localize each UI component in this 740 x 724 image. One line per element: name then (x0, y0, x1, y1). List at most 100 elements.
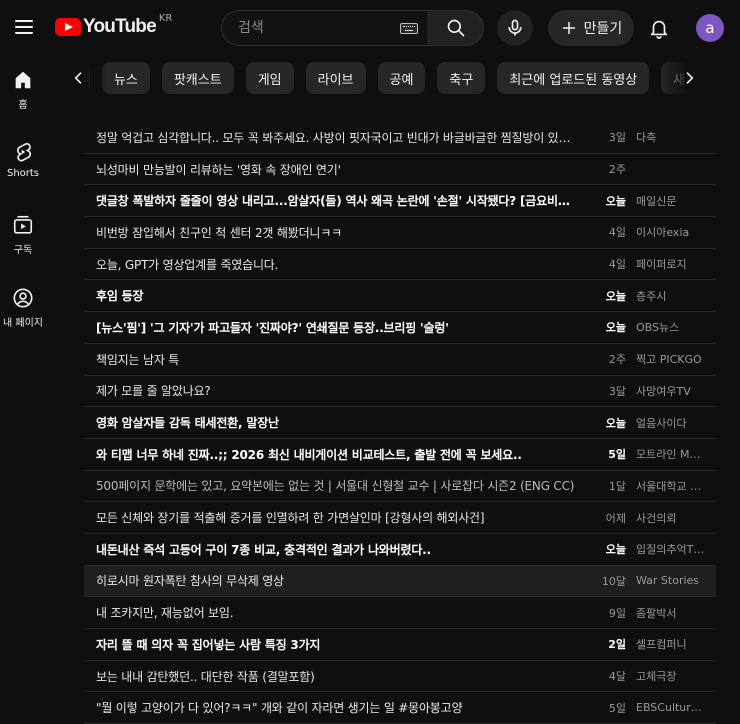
chips-scroll-right-button[interactable] (674, 63, 704, 93)
filter-chip[interactable]: 게임 (245, 62, 294, 94)
video-title[interactable]: 자리 뜰 때 의자 꼭 집어넣는 사람 특징 3가지 (84, 636, 576, 653)
video-title[interactable]: 책임지는 남자 특 (84, 351, 576, 368)
microphone-icon (508, 19, 522, 36)
video-channel[interactable]: 페이퍼로지 (636, 256, 716, 272)
keyboard-icon[interactable] (400, 22, 418, 34)
video-channel[interactable]: 층주시 (636, 288, 716, 304)
sidebar-item-label: 내 페이지 (3, 318, 43, 329)
video-channel[interactable]: 다축 (636, 129, 716, 145)
video-title[interactable]: 히로시마 원자폭탄 참사의 무삭제 영상 (84, 572, 576, 589)
video-channel[interactable]: War Stories (636, 574, 716, 587)
country-code: KR (158, 13, 173, 24)
video-date: 10달 (601, 574, 626, 588)
plus-icon (562, 22, 575, 34)
video-title[interactable]: 댓글창 폭발하자 줄줄이 영상 내리고...암살자(들) 역사 왜곡 논란에 '… (84, 192, 576, 209)
video-row[interactable]: 히로시마 원자폭탄 참사의 무삭제 영상 10달 War Stories (84, 565, 716, 598)
filter-chip[interactable]: 팟캐스트 (161, 62, 234, 94)
chips-scroll-left-button[interactable] (64, 63, 94, 93)
search-bar (221, 10, 484, 46)
video-channel[interactable]: EBSCulture (EB... (636, 701, 716, 714)
video-title[interactable]: 모든 신체와 장기를 적출해 증거를 인멸하려 한 가면살인마 [강형사의 해외… (84, 509, 576, 526)
voice-search-button[interactable] (497, 10, 533, 46)
video-date: 2주 (608, 163, 626, 177)
video-channel[interactable]: 고체극장 (636, 668, 716, 684)
profile-icon (13, 288, 33, 308)
shorts-icon (17, 143, 31, 162)
video-row[interactable]: 모든 신체와 장기를 적출해 증거를 인멸하려 한 가면살인마 [강형사의 해외… (84, 502, 716, 534)
video-channel[interactable]: 매일신문 (636, 193, 716, 209)
video-row[interactable]: [뉴스'핌'] '그 기자'가 파고들자 '진짜야?' 연쇄질문 등장..브리핑… (84, 312, 716, 344)
video-channel[interactable]: 얼음사이다 (636, 415, 716, 431)
video-date: 오늘 (605, 194, 626, 208)
video-channel[interactable]: OBS뉴스 (636, 319, 716, 335)
video-row[interactable]: 정말 억겁고 심각합니다.. 모두 꼭 봐주세요. 사방이 핏자국이고 빈대가 … (84, 122, 716, 154)
video-row[interactable]: "뭘 이렇 고양이가 다 있어?ㅋㅋ" 개와 같이 자라면 생기는 일 #몽아봉… (84, 692, 716, 724)
video-date: 3달 (608, 384, 626, 398)
filter-chip[interactable]: 공예 (377, 62, 426, 94)
video-date: 오늘 (605, 416, 626, 430)
video-row[interactable]: 댓글창 폭발하자 줄줄이 영상 내리고...암살자(들) 역사 왜곡 논란에 '… (84, 185, 716, 218)
video-row[interactable]: 책임지는 남자 특 2주 찍고 PICKGO (84, 344, 716, 376)
video-channel[interactable]: 셀프컴퍼니 (636, 636, 716, 652)
video-title[interactable]: 비번방 잠입해서 친구인 척 센터 2갯 해봤더니ㅋㅋ (84, 224, 576, 241)
notifications-button[interactable] (643, 12, 675, 44)
video-channel[interactable]: 입질의추억TV ji... (636, 541, 716, 557)
video-date: 2일 (608, 638, 626, 652)
video-row[interactable]: 비번방 잠입해서 친구인 척 센터 2갯 해봤더니ㅋㅋ 4일 이시아exia (84, 217, 716, 249)
video-date: 오늘 (605, 289, 626, 303)
video-title[interactable]: 제가 모를 줄 알았나요? (84, 382, 576, 399)
video-row[interactable]: 와 티맵 너무 하네 진짜..;; 2026 최신 내비게이션 비교테스트, 출… (84, 439, 716, 471)
video-channel[interactable]: 사망여우TV (636, 383, 716, 399)
video-channel[interactable]: 모트라인 MOTline (636, 446, 716, 462)
video-title[interactable]: 보는 내내 감탄했던.. 대단한 작품 (결말포함) (84, 668, 576, 685)
video-title[interactable]: 내 조카지만, 재능없어 보임. (84, 604, 576, 621)
video-list: 정말 억겁고 심각합니다.. 모두 꼭 봐주세요. 사방이 핏자국이고 빈대가 … (84, 122, 716, 724)
home-icon (15, 71, 31, 89)
video-title[interactable]: 내돈내산 즉석 고등어 구이 7종 비교, 충격적인 결과가 나와버렸다.. (84, 541, 576, 558)
video-title[interactable]: 후임 등장 (84, 287, 576, 304)
video-title[interactable]: 영화 암살자들 감독 태세전환, 말장난 (84, 414, 576, 431)
video-title[interactable]: 와 티맵 너무 하네 진짜..;; 2026 최신 내비게이션 비교테스트, 출… (84, 446, 576, 463)
video-title[interactable]: "뭘 이렇 고양이가 다 있어?ㅋㅋ" 개와 같이 자라면 생기는 일 #몽아봉… (84, 699, 576, 716)
filter-chip[interactable]: 라이브 (305, 62, 366, 94)
video-row[interactable]: 500페이지 문학에는 있고, 요약본에는 없는 것 | 서울대 신형철 교수 … (84, 471, 716, 503)
video-row[interactable]: 내돈내산 즉석 고등어 구이 7종 비교, 충격적인 결과가 나와버렸다.. 오늘… (84, 534, 716, 566)
video-channel[interactable]: 좀팔박서 (636, 605, 716, 621)
video-channel[interactable]: 찍고 PICKGO (636, 351, 716, 367)
masthead: YouTube KR 만들기 a (0, 0, 740, 56)
video-row[interactable]: 오늘, GPT가 영상업계를 죽였습니다. 4일 페이퍼로지 (84, 249, 716, 281)
video-row[interactable]: 후임 등장 오늘 층주시 (84, 280, 716, 313)
sidebar-item-my-page[interactable]: 내 페이지 (0, 287, 46, 329)
video-row[interactable]: 내 조카지만, 재능없어 보임. 9일 좀팔박서 (84, 597, 716, 629)
video-row[interactable]: 보는 내내 감탄했던.. 대단한 작품 (결말포함) 4달 고체극장 (84, 661, 716, 693)
sidebar-item-subscriptions[interactable]: 구독 (0, 214, 46, 256)
create-button[interactable]: 만들기 (548, 10, 634, 46)
video-row[interactable]: 자리 뜰 때 의자 꼭 집어넣는 사람 특징 3가지 2일 셀프컴퍼니 (84, 629, 716, 661)
video-title[interactable]: 500페이지 문학에는 있고, 요약본에는 없는 것 | 서울대 신형철 교수 … (84, 477, 576, 494)
filter-chip[interactable]: 축구 (437, 62, 486, 94)
video-title[interactable]: [뉴스'핌'] '그 기자'가 파고들자 '진짜야?' 연쇄질문 등장..브리핑… (84, 319, 576, 336)
video-channel[interactable]: 사건의뢰 (636, 510, 716, 526)
youtube-play-icon (55, 18, 81, 36)
youtube-logo[interactable]: YouTube KR (55, 13, 173, 43)
search-input[interactable] (236, 19, 400, 37)
search-icon (447, 19, 465, 37)
video-title[interactable]: 오늘, GPT가 영상업계를 죽였습니다. (84, 256, 576, 273)
video-channel[interactable]: 이시아exia (636, 224, 716, 240)
video-date: 5일 (608, 701, 626, 715)
video-channel[interactable]: 서울대학교 Seoul... (636, 478, 716, 494)
logo-text: YouTube (83, 16, 157, 37)
avatar[interactable]: a (696, 14, 724, 42)
filter-chip[interactable]: 뉴스 (101, 62, 150, 94)
video-title[interactable]: 뇌성마비 만능발이 리뷰하는 '영화 속 장애인 연기' (84, 161, 576, 178)
search-button[interactable] (428, 10, 484, 46)
sidebar-item-shorts[interactable]: Shorts (0, 141, 46, 179)
filter-chip[interactable]: 최근에 업로드된 동영상 (497, 62, 650, 94)
video-row[interactable]: 뇌성마비 만능발이 리뷰하는 '영화 속 장애인 연기' 2주 (84, 154, 716, 186)
video-row[interactable]: 제가 모를 줄 알았나요? 3달 사망여우TV (84, 376, 716, 408)
video-title[interactable]: 정말 억겁고 심각합니다.. 모두 꼭 봐주세요. 사방이 핏자국이고 빈대가 … (84, 129, 576, 146)
video-row[interactable]: 영화 암살자들 감독 태세전환, 말장난 오늘 얼음사이다 (84, 407, 716, 439)
menu-icon[interactable] (8, 11, 40, 43)
sidebar-item-home[interactable]: 홈 (0, 69, 46, 111)
bell-icon (650, 20, 668, 39)
